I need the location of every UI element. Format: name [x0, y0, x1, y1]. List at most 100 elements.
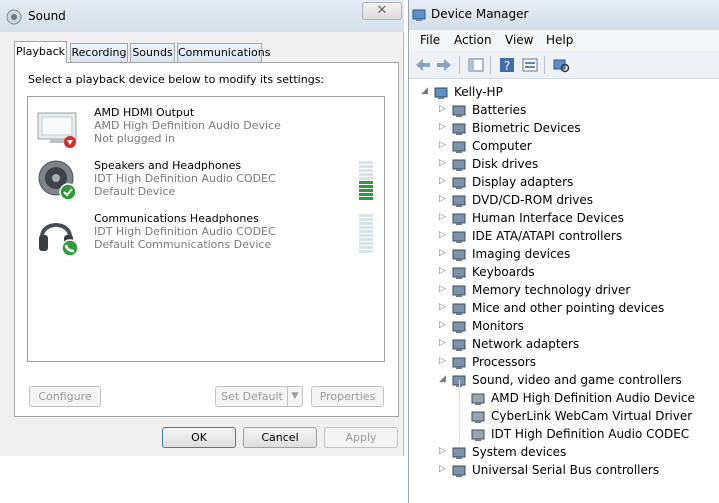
ok-button[interactable]: OK [162, 427, 236, 448]
collapsed-arrow-icon[interactable]: ▷ [439, 158, 449, 168]
menu-help[interactable]: Help [546, 33, 573, 47]
device-name: Speakers and Headphones [94, 159, 242, 172]
tab-recording[interactable]: Recording [70, 43, 128, 62]
tree-item-label: Kelly-HP [454, 85, 503, 99]
show-hide-console-tree-icon[interactable] [467, 56, 485, 74]
device-icon [451, 319, 467, 335]
tree-item-label: Biometric Devices [472, 121, 581, 135]
collapsed-arrow-icon[interactable]: ▷ [439, 356, 449, 366]
device-icon [451, 247, 467, 263]
tree-item-label: Keyboards [472, 265, 535, 279]
collapsed-arrow-icon[interactable]: ▷ [439, 230, 449, 240]
collapsed-arrow-icon[interactable]: ▷ [439, 284, 449, 294]
device-icon [451, 193, 467, 209]
collapsed-arrow-icon[interactable]: ▷ [439, 338, 449, 348]
device-icon [451, 265, 467, 281]
device-icon [451, 139, 467, 155]
device-icon [470, 391, 486, 407]
set-default-label: Set Default [221, 390, 283, 403]
tree-item-label: AMD High Definition Audio Device [491, 391, 695, 405]
menu-file[interactable]: File [420, 33, 440, 47]
collapsed-arrow-icon[interactable]: ▷ [439, 248, 449, 258]
menu-view[interactable]: View [505, 33, 533, 47]
expanded-arrow-icon[interactable]: ◢ [421, 86, 431, 96]
chevron-down-icon[interactable]: ▼ [287, 387, 302, 406]
device-icon [470, 409, 486, 425]
device-manager-title-bar[interactable]: Device Manager [409, 0, 719, 30]
collapsed-arrow-icon[interactable]: ▷ [439, 122, 449, 132]
collapsed-arrow-icon[interactable]: ▷ [439, 446, 449, 456]
tree-item-label: Imaging devices [472, 247, 571, 261]
properties-button[interactable]: Properties [311, 386, 384, 407]
device-driver: IDT High Definition Audio CODEC [94, 172, 276, 185]
back-arrow-icon[interactable] [414, 56, 432, 74]
tree-item-label: Monitors [472, 319, 524, 333]
device-icon [451, 355, 467, 371]
instruction-text: Select a playback device below to modify… [28, 73, 325, 86]
properties-icon[interactable] [521, 56, 539, 74]
menu-action[interactable]: Action [454, 33, 492, 47]
tree-item-label: CyberLink WebCam Virtual Driver [491, 409, 693, 423]
tree-item-label: Computer [472, 139, 532, 153]
collapsed-arrow-icon[interactable]: ▷ [439, 194, 449, 204]
device-driver: IDT High Definition Audio CODEC [94, 225, 276, 238]
menu-bar: File Action View Help [409, 30, 719, 51]
device-icon [451, 337, 467, 353]
computer-icon [433, 85, 449, 101]
tree-item-label: Mice and other pointing devices [472, 301, 665, 315]
tree-item-label: Universal Serial Bus controllers [472, 463, 660, 477]
tree-item-label: IDT High Definition Audio CODEC [491, 427, 690, 441]
device-speakers-headphones[interactable]: Speakers and Headphones IDT High Definit… [28, 156, 384, 209]
device-icon [451, 175, 467, 191]
svg-text:?: ? [504, 59, 510, 73]
device-name: AMD HDMI Output [94, 106, 195, 119]
tab-playback[interactable]: Playback [14, 41, 67, 63]
help-icon[interactable]: ? [498, 56, 516, 74]
tree-item-label: Disk drives [472, 157, 539, 171]
scan-hardware-icon[interactable] [552, 56, 570, 74]
tab-sounds[interactable]: Sounds [130, 43, 175, 62]
device-amd-hdmi[interactable]: AMD HDMI Output AMD High Definition Audi… [28, 103, 384, 156]
collapsed-arrow-icon[interactable]: ▷ [439, 176, 449, 186]
tree-item-label: Display adapters [472, 175, 574, 189]
collapsed-arrow-icon[interactable]: ▷ [439, 140, 449, 150]
tree-item-label: Memory technology driver [472, 283, 631, 297]
tree-item-label: Network adapters [472, 337, 580, 351]
expanded-arrow-icon[interactable]: ◢ [439, 374, 449, 384]
tree-item-label: Sound, video and game controllers [472, 373, 682, 387]
device-status: Default Communications Device [94, 238, 272, 251]
forward-arrow-icon[interactable] [435, 56, 453, 74]
collapsed-arrow-icon[interactable]: ▷ [439, 302, 449, 312]
device-communications-headphones[interactable]: Communications Headphones IDT High Defin… [28, 209, 384, 262]
collapsed-arrow-icon[interactable]: ▷ [439, 212, 449, 222]
cancel-button[interactable]: Cancel [243, 427, 317, 448]
headphones-icon [39, 223, 79, 257]
monitor-speaker-icon [37, 112, 77, 148]
tree-item-label: Batteries [472, 103, 527, 117]
device-icon [470, 427, 486, 443]
speaker-icon [38, 160, 77, 201]
volume-meter [359, 161, 373, 203]
configure-button[interactable]: Configure [29, 386, 101, 407]
device-icon [451, 463, 467, 479]
collapsed-arrow-icon[interactable]: ▷ [439, 320, 449, 330]
sound-dialog: Sound ✕ Playback Recording Sounds Commun… [0, 0, 404, 456]
device-icon [451, 157, 467, 173]
collapsed-arrow-icon[interactable]: ▷ [439, 464, 449, 474]
device-icon [451, 301, 467, 317]
apply-button[interactable]: Apply [324, 427, 398, 448]
collapsed-arrow-icon[interactable]: ▷ [439, 104, 449, 114]
collapsed-arrow-icon[interactable]: ▷ [439, 266, 449, 276]
tree-item-label: System devices [472, 445, 567, 459]
device-manager-window: Device Manager File Action View Help ? ◢… [408, 0, 719, 503]
tree-item-label: Processors [472, 355, 537, 369]
device-tree: ◢ Kelly-HP ▷ Batteries ▷ Biometric Devices ▷ Co… [409, 82, 719, 503]
device-icon [451, 283, 467, 299]
sound-title: Sound [28, 9, 66, 23]
set-default-button[interactable]: Set Default ▼ [215, 386, 303, 407]
sound-title-bar[interactable]: Sound ✕ [0, 0, 404, 32]
close-button[interactable]: ✕ [362, 2, 402, 20]
playback-device-list: AMD HDMI Output AMD High Definition Audi… [27, 96, 385, 362]
tab-communications[interactable]: Communications [177, 43, 270, 62]
device-icon [451, 103, 467, 119]
